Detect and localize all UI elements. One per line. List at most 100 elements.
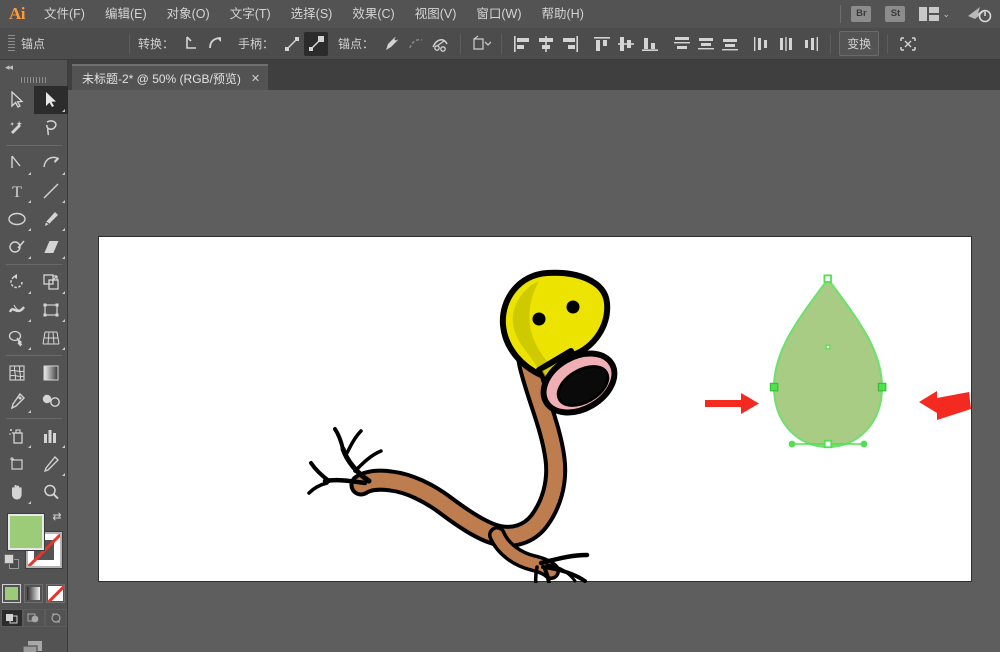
tool-submenu-indicator[interactable] — [62, 347, 65, 350]
toolbar-gripper[interactable] — [0, 74, 67, 86]
tool-hand[interactable] — [0, 478, 34, 506]
tool-artboard[interactable] — [0, 450, 34, 478]
shape-builder-icon[interactable] — [896, 32, 920, 56]
workspace-switcher-icon[interactable] — [919, 7, 939, 21]
distribute-right-icon[interactable] — [798, 32, 822, 56]
distribute-horizontal-center-icon[interactable] — [774, 32, 798, 56]
tool-submenu-indicator[interactable] — [28, 501, 31, 504]
tool-width[interactable] — [0, 296, 34, 324]
align-left-icon[interactable] — [510, 32, 534, 56]
tool-free-transform[interactable] — [34, 296, 68, 324]
default-fill-stroke-icon[interactable] — [4, 554, 20, 570]
chevron-down-icon[interactable]: ⌄ — [942, 9, 950, 20]
tool-gradient[interactable] — [34, 359, 68, 387]
tool-submenu-indicator[interactable] — [28, 228, 31, 231]
search-help-icon[interactable] — [966, 4, 992, 24]
tool-paintbrush[interactable] — [34, 205, 68, 233]
tool-magic-wand[interactable] — [0, 114, 34, 142]
show-handles-icon[interactable] — [280, 32, 304, 56]
tool-slice[interactable] — [34, 450, 68, 478]
menu-type[interactable]: 文字(T) — [220, 0, 281, 28]
tool-blend[interactable] — [34, 387, 68, 415]
distribute-top-icon[interactable] — [670, 32, 694, 56]
tool-rotate[interactable] — [0, 268, 34, 296]
remove-anchor-icon[interactable] — [380, 32, 404, 56]
draw-behind-icon[interactable] — [23, 609, 45, 627]
tool-shaper[interactable] — [0, 233, 34, 261]
tool-submenu-indicator[interactable] — [62, 109, 65, 112]
menu-object[interactable]: 对象(O) — [157, 0, 220, 28]
tool-submenu-indicator[interactable] — [28, 319, 31, 322]
menu-effect[interactable]: 效果(C) — [342, 0, 404, 28]
cut-path-icon[interactable] — [428, 32, 452, 56]
distribute-vertical-center-icon[interactable] — [694, 32, 718, 56]
tool-line-segment[interactable] — [34, 177, 68, 205]
align-vertical-center-icon[interactable] — [614, 32, 638, 56]
align-right-icon[interactable] — [558, 32, 582, 56]
menu-window[interactable]: 窗口(W) — [466, 0, 531, 28]
tool-submenu-indicator[interactable] — [62, 256, 65, 259]
document-tab[interactable]: 未标题-2* @ 50% (RGB/预览) ✕ — [72, 64, 268, 90]
tool-submenu-indicator[interactable] — [28, 347, 31, 350]
isolate-selected-icon[interactable] — [469, 32, 493, 56]
align-bottom-icon[interactable] — [638, 32, 662, 56]
fill-mode-none[interactable] — [46, 584, 65, 603]
swap-fill-stroke-icon[interactable]: ⇄ — [50, 510, 64, 524]
menu-view[interactable]: 视图(V) — [405, 0, 467, 28]
menu-select[interactable]: 选择(S) — [281, 0, 343, 28]
toolbar-collapse-button[interactable]: ◂◂ — [0, 60, 67, 74]
tool-direct-selection[interactable] — [34, 86, 68, 114]
tool-type[interactable]: T — [0, 177, 34, 205]
canvas-area[interactable] — [68, 90, 1000, 652]
menu-help[interactable]: 帮助(H) — [532, 0, 594, 28]
artboard[interactable] — [98, 236, 972, 582]
tool-perspective-grid[interactable] — [34, 324, 68, 352]
tool-mesh[interactable] — [0, 359, 34, 387]
fill-mode-gradient[interactable] — [24, 584, 43, 603]
draw-normal-icon[interactable] — [1, 609, 23, 627]
change-screen-mode-icon[interactable] — [19, 637, 49, 652]
teardrop-leaf-selected[interactable] — [770, 275, 885, 447]
stock-button[interactable]: St — [885, 6, 905, 22]
tool-shape-builder[interactable] — [0, 324, 34, 352]
align-horizontal-center-icon[interactable] — [534, 32, 558, 56]
connect-anchor-icon[interactable] — [404, 32, 428, 56]
tool-submenu-indicator[interactable] — [62, 445, 65, 448]
tool-ellipse[interactable] — [0, 205, 34, 233]
tool-submenu-indicator[interactable] — [28, 445, 31, 448]
tool-submenu-indicator[interactable] — [62, 291, 65, 294]
draw-inside-icon[interactable] — [45, 609, 67, 627]
tool-submenu-indicator[interactable] — [62, 319, 65, 322]
tool-submenu-indicator[interactable] — [28, 200, 31, 203]
tool-selection[interactable] — [0, 86, 34, 114]
tool-submenu-indicator[interactable] — [62, 228, 65, 231]
close-icon[interactable]: ✕ — [251, 72, 260, 85]
convert-to-corner-icon[interactable] — [180, 32, 204, 56]
fill-swatch[interactable] — [8, 514, 44, 550]
fill-mode-color[interactable] — [2, 584, 21, 603]
tool-submenu-indicator[interactable] — [28, 172, 31, 175]
menu-edit[interactable]: 编辑(E) — [95, 0, 157, 28]
tool-submenu-indicator[interactable] — [28, 291, 31, 294]
tool-submenu-indicator[interactable] — [62, 200, 65, 203]
align-top-icon[interactable] — [590, 32, 614, 56]
hide-handles-icon[interactable] — [304, 32, 328, 56]
tool-scale[interactable] — [34, 268, 68, 296]
tool-curvature[interactable] — [34, 149, 68, 177]
tool-symbol-sprayer[interactable] — [0, 422, 34, 450]
distribute-left-icon[interactable] — [750, 32, 774, 56]
bridge-button[interactable]: Br — [851, 6, 871, 22]
tool-submenu-indicator[interactable] — [28, 410, 31, 413]
tool-submenu-indicator[interactable] — [62, 473, 65, 476]
menu-file[interactable]: 文件(F) — [34, 0, 95, 28]
distribute-bottom-icon[interactable] — [718, 32, 742, 56]
tool-submenu-indicator[interactable] — [62, 172, 65, 175]
transform-button[interactable]: 变换 — [839, 31, 879, 56]
tool-lasso[interactable] — [34, 114, 68, 142]
tool-column-graph[interactable] — [34, 422, 68, 450]
tool-submenu-indicator[interactable] — [28, 256, 31, 259]
tool-pen[interactable] — [0, 149, 34, 177]
tool-eraser[interactable] — [34, 233, 68, 261]
tool-eyedropper[interactable] — [0, 387, 34, 415]
control-bar-gripper[interactable] — [8, 34, 15, 54]
